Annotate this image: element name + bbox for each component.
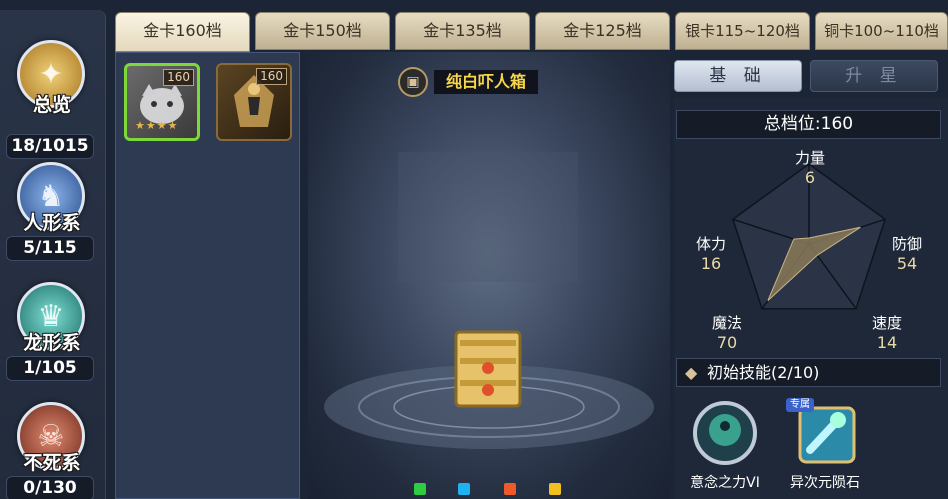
category-label: 人形系 bbox=[23, 212, 81, 234]
stat-magic: 魔法 70 bbox=[700, 313, 754, 353]
stat-label: 防御 bbox=[891, 235, 922, 253]
gem-green[interactable] bbox=[414, 483, 426, 495]
card-stars: ★★★★ bbox=[135, 119, 179, 132]
diamond-icon: ◆ bbox=[685, 363, 698, 382]
gem-yellow[interactable] bbox=[549, 483, 561, 495]
mind-force-icon bbox=[692, 400, 758, 466]
card-item-selected[interactable]: 160 ★★★★ bbox=[124, 63, 200, 141]
tab-silver-115-120[interactable]: 银卡115~120档 bbox=[675, 12, 810, 50]
category-label: 不死系 bbox=[23, 452, 81, 474]
monster-name-badge: ▣ 纯白吓人箱 bbox=[398, 66, 558, 98]
stat-value: 14 bbox=[876, 333, 898, 352]
monster-showcase bbox=[308, 52, 670, 499]
category-label: 龙形系 bbox=[23, 332, 81, 354]
category-label: 总览 bbox=[32, 94, 71, 116]
monster-name: 纯白吓人箱 bbox=[434, 70, 539, 94]
basic-button[interactable]: 基 础 bbox=[674, 60, 802, 92]
tab-bronze-100-110[interactable]: 铜卡100~110档 bbox=[815, 12, 948, 50]
skill-mind-force[interactable]: 意念之力VI bbox=[680, 398, 770, 498]
skills-header-text: 初始技能(2/10) bbox=[707, 363, 820, 382]
stat-strength: 力量 6 bbox=[780, 148, 840, 188]
category-undead[interactable]: ☠ 不死系 0/130 bbox=[0, 392, 106, 499]
upgrade-star-button[interactable]: 升 星 bbox=[810, 60, 938, 92]
tab-gold-135[interactable]: 金卡135档 bbox=[395, 12, 530, 50]
card-level: 160 bbox=[256, 68, 287, 85]
category-dragon[interactable]: ♛ 龙形系 1/105 bbox=[0, 272, 106, 392]
arena-background bbox=[324, 152, 654, 449]
stat-label: 力量 bbox=[794, 149, 825, 167]
category-overview[interactable]: ✦ 总览 18/1015 bbox=[0, 30, 106, 159]
chest-icon: ▣ bbox=[398, 67, 428, 97]
exclusive-badge: 专属 bbox=[786, 398, 814, 412]
initial-skills-header: ◆ 初始技能(2/10) bbox=[676, 358, 941, 387]
category-humanoid[interactable]: ♞ 人形系 5/115 bbox=[0, 152, 106, 272]
stat-label: 速度 bbox=[871, 314, 902, 332]
stat-value: 16 bbox=[700, 254, 722, 273]
tab-gold-160[interactable]: 金卡160档 bbox=[115, 12, 250, 52]
skill-name: 意念之力VI bbox=[690, 475, 760, 491]
category-count: 0/130 bbox=[6, 476, 94, 499]
stat-value: 70 bbox=[716, 333, 738, 352]
total-tier: 总档位:160 bbox=[676, 110, 941, 139]
stat-label: 魔法 bbox=[711, 314, 742, 332]
skill-name: 异次元陨石 bbox=[790, 475, 860, 491]
card-item[interactable]: 160 bbox=[216, 63, 292, 141]
stat-stamina: 体力 16 bbox=[684, 234, 738, 274]
card-level: 160 bbox=[163, 69, 194, 86]
skill-meteor[interactable]: 专属 异次元陨石 bbox=[780, 398, 870, 498]
gem-blue[interactable] bbox=[458, 483, 470, 495]
category-sidebar: ✦ 总览 18/1015 ♞ 人形系 5/115 ♛ 龙形系 1/105 ☠ 不… bbox=[0, 10, 106, 499]
chest-monster-sprite[interactable] bbox=[452, 328, 524, 410]
card-list-panel: 160 ★★★★ 160 bbox=[115, 52, 300, 499]
tab-gold-150[interactable]: 金卡150档 bbox=[255, 12, 390, 50]
stat-label: 体力 bbox=[695, 235, 726, 253]
stat-defense: 防御 54 bbox=[880, 234, 934, 274]
stat-value: 54 bbox=[896, 254, 918, 273]
tab-gold-125[interactable]: 金卡125档 bbox=[535, 12, 670, 50]
category-count: 5/115 bbox=[6, 236, 94, 261]
stat-value: 6 bbox=[804, 168, 816, 187]
category-count: 1/105 bbox=[6, 356, 94, 381]
stat-speed: 速度 14 bbox=[860, 313, 914, 353]
gem-red[interactable] bbox=[504, 483, 516, 495]
